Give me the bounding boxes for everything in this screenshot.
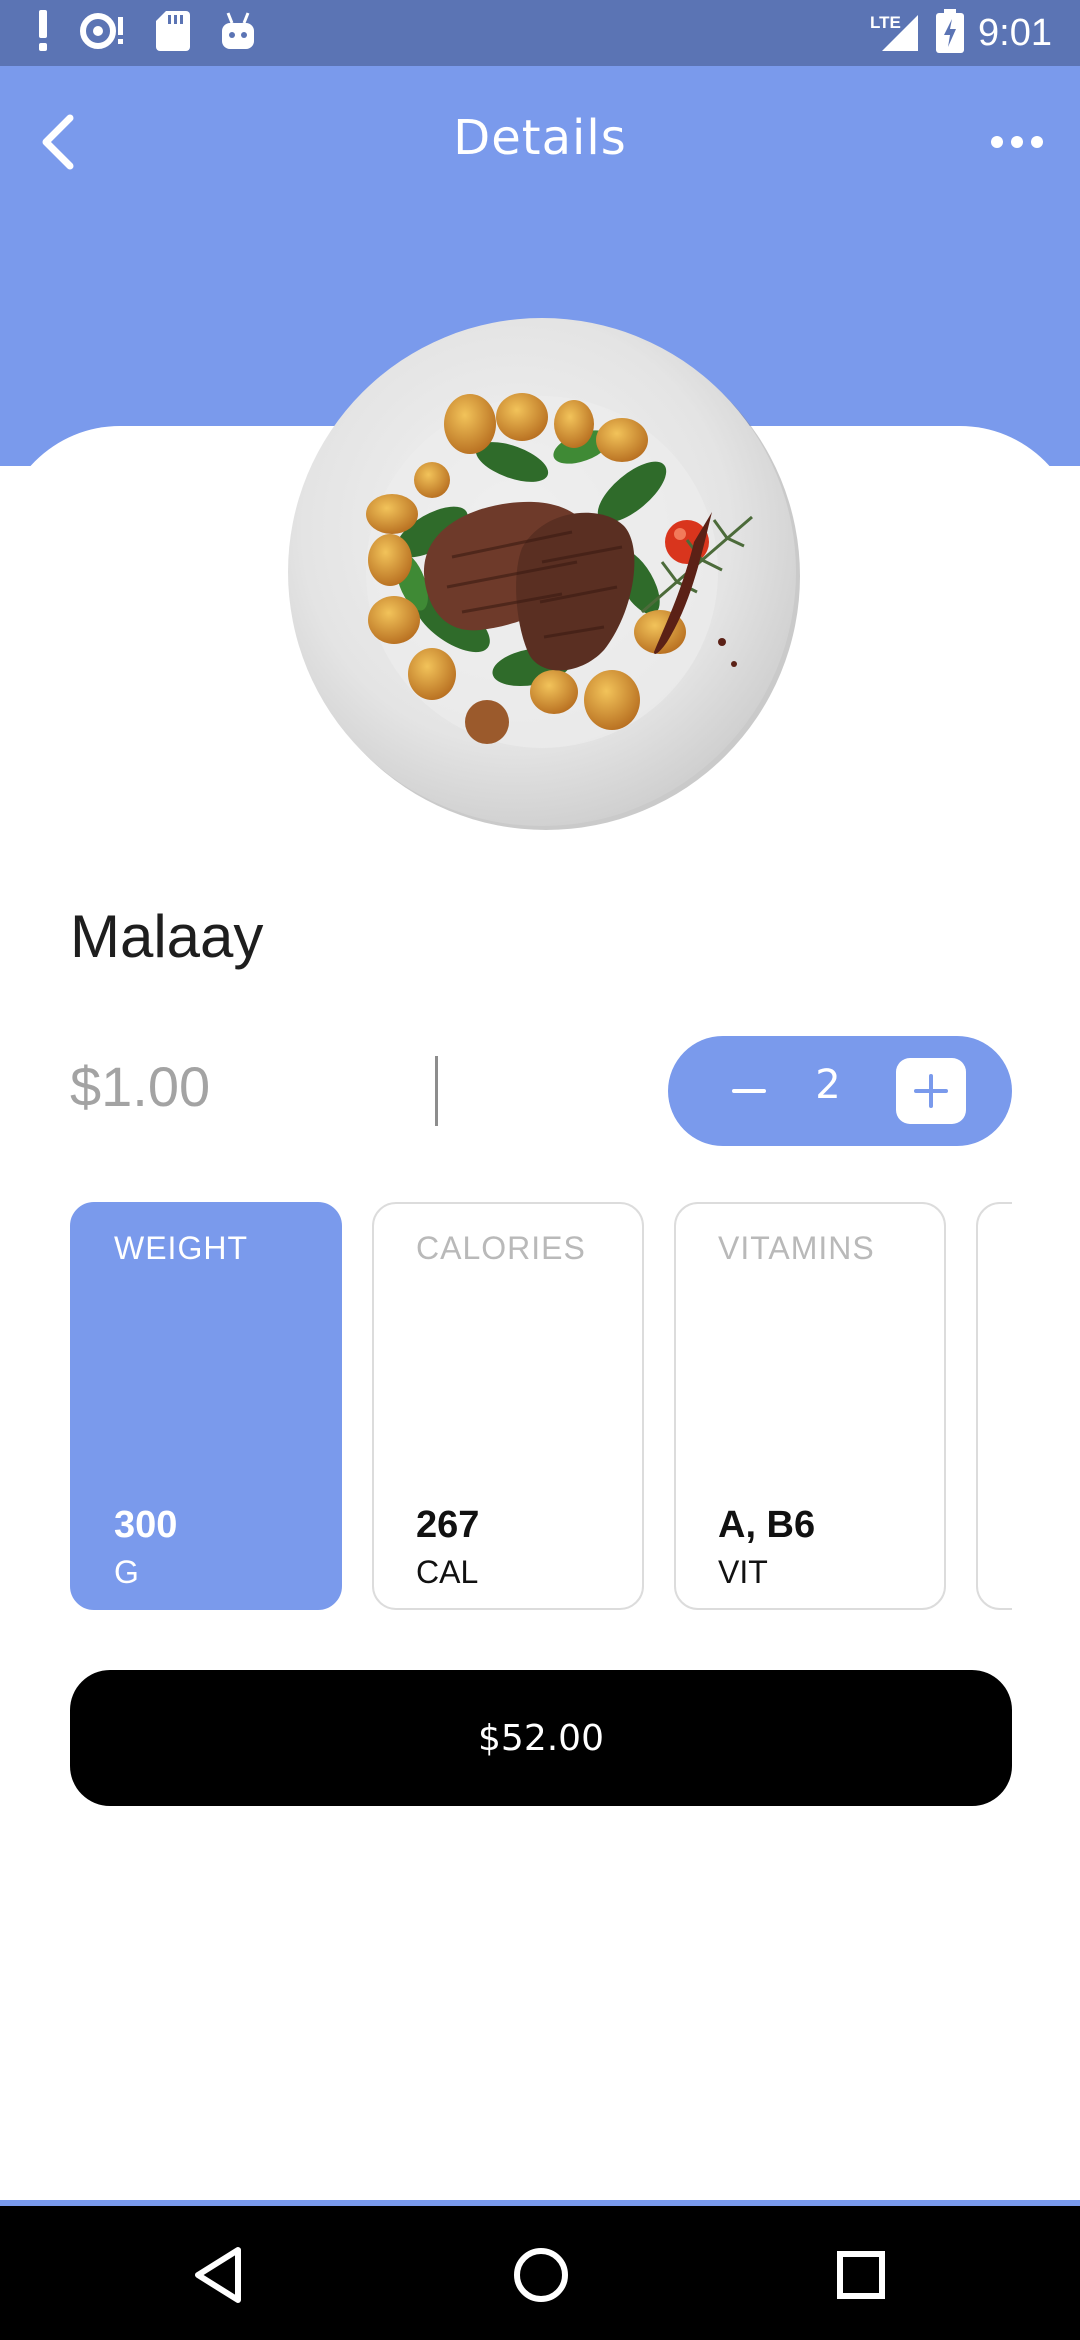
battery-charging-icon	[936, 9, 965, 57]
navigation-bar	[0, 2206, 1080, 2340]
status-right-icons: LTE 9:01	[870, 8, 1052, 58]
recents-square-icon	[837, 2251, 885, 2299]
more-horizontal-icon	[991, 136, 1043, 148]
tile-value: A, B6	[718, 1504, 816, 1546]
home-circle-icon	[514, 2248, 568, 2302]
tile-vitamins[interactable]: VITAMINS A, B6 VIT	[674, 1202, 946, 1610]
page-title: Details	[453, 110, 627, 166]
quantity-stepper: 2	[668, 1036, 1012, 1146]
network-type: LTE	[870, 13, 901, 32]
steak-plate-image	[282, 312, 802, 832]
alert-icon	[36, 10, 50, 56]
unit-price: $1.00	[70, 1055, 211, 1118]
status-time: 9:01	[978, 11, 1052, 54]
tile-label: WEIGHT	[114, 1230, 248, 1266]
sync-alert-icon	[80, 11, 126, 55]
more-button[interactable]	[988, 128, 1046, 156]
divider	[435, 1056, 438, 1126]
signal-icon: LTE	[870, 11, 922, 55]
quantity-value: 2	[815, 1062, 841, 1108]
tile-label: VITAMINS	[718, 1230, 875, 1266]
sd-card-icon	[156, 11, 190, 55]
nav-recents-button[interactable]	[826, 2240, 896, 2310]
tile-unit: G	[114, 1554, 139, 1590]
nutrition-tiles: WEIGHT 300 G CALORIES 267 CAL VITAMINS A…	[70, 1202, 1012, 1612]
nav-back-button[interactable]	[186, 2240, 256, 2310]
tile-unit: VIT	[718, 1554, 768, 1590]
nav-home-button[interactable]	[506, 2240, 576, 2310]
tile-weight[interactable]: WEIGHT 300 G	[70, 1202, 342, 1610]
tile-value: 267	[416, 1504, 480, 1546]
tile-label: CALORIES	[416, 1230, 586, 1266]
android-icon	[220, 11, 256, 55]
back-triangle-icon	[195, 2247, 241, 2303]
status-left-icons	[36, 10, 256, 56]
tile-calories[interactable]: CALORIES 267 CAL	[372, 1202, 644, 1610]
product-name: Malaay	[70, 903, 264, 970]
tile-unit: CAL	[416, 1554, 479, 1590]
status-bar: LTE 9:01	[0, 0, 1080, 66]
add-to-cart-button[interactable]: $52.00	[70, 1670, 1012, 1806]
tile-value: 300	[114, 1504, 178, 1546]
increase-button[interactable]	[896, 1058, 966, 1124]
decrease-button[interactable]	[724, 1068, 772, 1114]
tile-more[interactable]	[976, 1202, 1012, 1610]
